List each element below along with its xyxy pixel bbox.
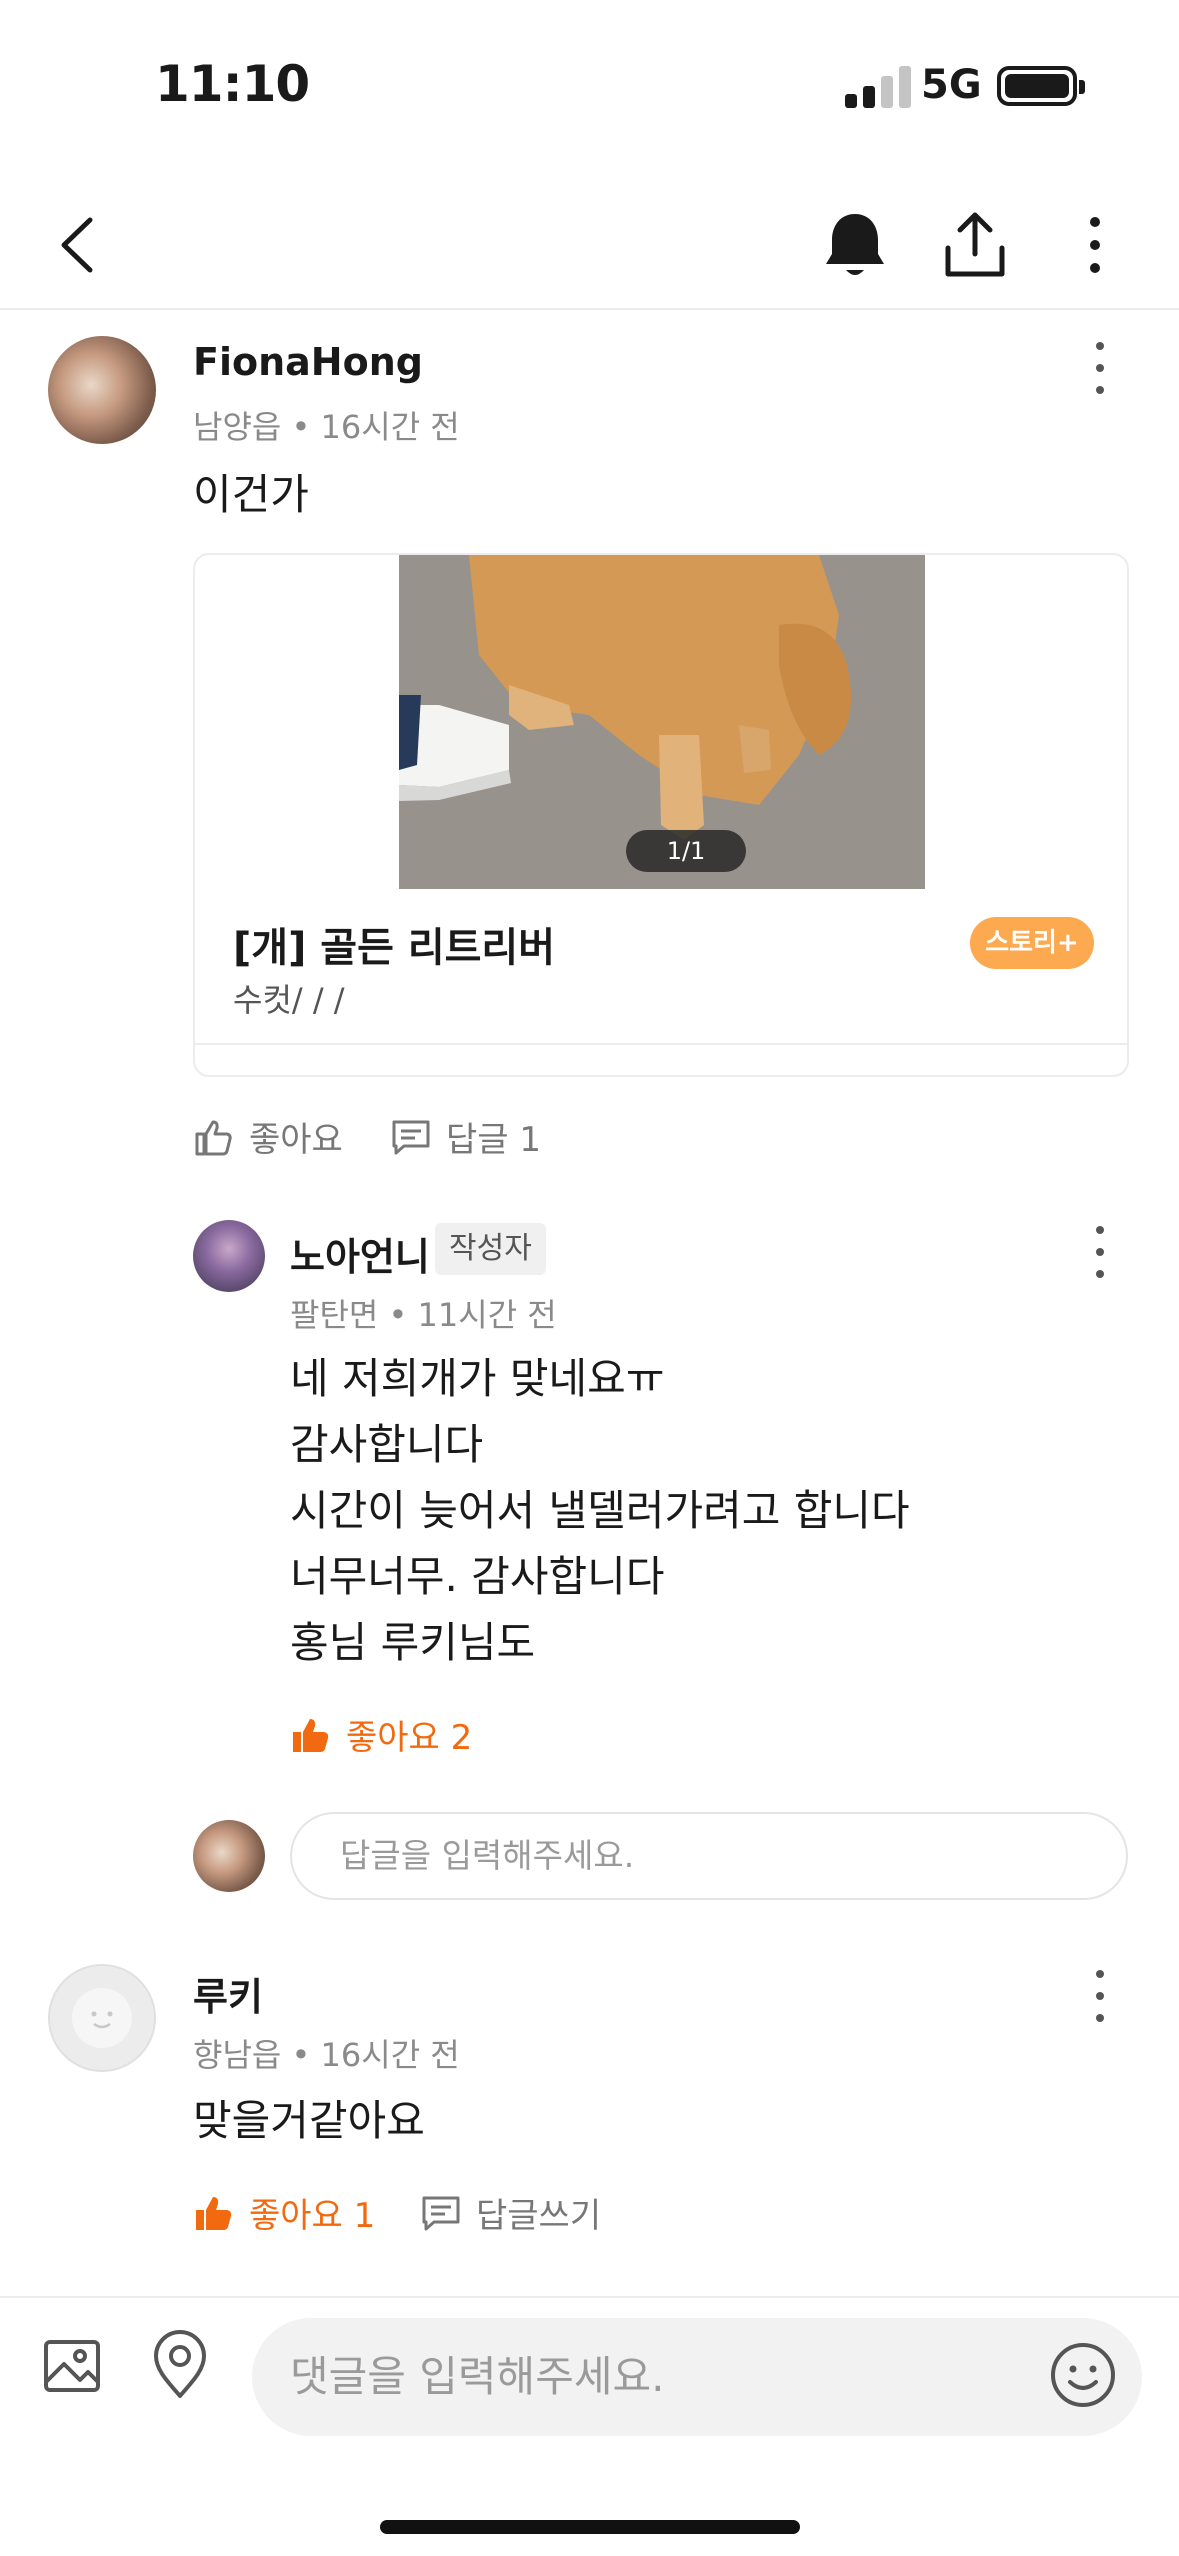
emoji-icon[interactable] [1048, 2340, 1118, 2410]
post-card[interactable]: 1/1 [개] 골든 리트리버 수컷/ / / 스토리+ [193, 553, 1129, 1077]
author-name[interactable]: 루키 [193, 1966, 263, 2021]
comment-text: 이건가 [193, 470, 309, 519]
like-label: 좋아요 1 [249, 2196, 376, 2236]
reply-label: 답글쓰기 [476, 2196, 602, 2236]
card-divider [195, 1043, 1127, 1045]
reply-input[interactable]: 답글을 입력해주세요. [290, 1812, 1128, 1900]
photo-counter: 1/1 [626, 830, 746, 872]
default-avatar-icon [72, 1988, 132, 2048]
nav-bar [0, 170, 1179, 310]
author-name[interactable]: FionaHong [193, 340, 423, 384]
status-bar: 11:10 5G [0, 0, 1179, 170]
thumbs-up-filled-icon [293, 1718, 329, 1752]
like-button[interactable]: 좋아요 1 [193, 2188, 375, 2237]
more-vertical-icon[interactable] [1070, 210, 1120, 280]
image-icon[interactable] [40, 2334, 104, 2398]
more-vertical-icon[interactable] [1085, 338, 1115, 398]
signal-icon [845, 64, 915, 108]
bell-icon[interactable] [820, 208, 890, 282]
location-pin-icon[interactable] [148, 2328, 212, 2400]
story-badge[interactable]: 스토리+ [970, 917, 1094, 969]
comment-meta: 남양읍 • 16시간 전 [193, 408, 460, 446]
more-vertical-icon[interactable] [1085, 1966, 1115, 2026]
comment-text: 맞을거같아요 [193, 2096, 425, 2145]
thumbs-up-icon [195, 1120, 232, 1155]
reply-button[interactable]: 답글 1 [390, 1112, 541, 1161]
comment-meta: 팔탄면 • 11시간 전 [290, 1296, 557, 1334]
comment-line: 네 저희개가 맞네요ㅠ [290, 1354, 665, 1403]
like-label: 좋아요 2 [346, 1718, 473, 1758]
more-vertical-icon[interactable] [1085, 1222, 1115, 1282]
card-subtitle: 수컷/ / / [233, 981, 345, 1019]
my-avatar [193, 1820, 265, 1892]
battery-icon [997, 66, 1085, 106]
comment-icon [392, 1120, 430, 1154]
status-time: 11:10 [155, 55, 310, 113]
comment-text: 네 저희개가 맞네요ㅠ 감사합니다 시간이 늦어서 낼델러가려고 합니다 너무너… [290, 1346, 910, 1676]
card-title: [개] 골든 리트리버 [233, 925, 556, 971]
comment-line: 너무너무. 감사합니다 [290, 1552, 665, 1601]
avatar[interactable] [48, 1964, 156, 2072]
avatar[interactable] [48, 336, 156, 444]
comment-meta: 향남읍 • 16시간 전 [193, 2036, 460, 2074]
thumbs-up-filled-icon [196, 2196, 232, 2230]
comment-input[interactable]: 댓글을 입력해주세요. [252, 2318, 1142, 2436]
comment-icon [422, 2196, 460, 2230]
like-label: 좋아요 [249, 1120, 343, 1160]
comment-line: 시간이 늦어서 낼델러가려고 합니다 [290, 1486, 910, 1535]
comment-line: 감사합니다 [290, 1420, 484, 1469]
author-badge: 작성자 [435, 1223, 546, 1275]
like-button[interactable]: 좋아요 [193, 1112, 343, 1161]
reply-button[interactable]: 답글쓰기 [420, 2188, 601, 2237]
chevron-left-icon[interactable] [50, 210, 110, 280]
comment-line: 홍님 루키님도 [290, 1618, 536, 1667]
comment-compose-bar: 댓글을 입력해주세요. [0, 2296, 1179, 2556]
like-button[interactable]: 좋아요 2 [290, 1710, 472, 1759]
share-icon[interactable] [940, 208, 1010, 282]
author-name[interactable]: 노아언니 [290, 1226, 430, 1281]
avatar[interactable] [193, 1220, 265, 1292]
home-indicator [380, 2520, 800, 2534]
reply-label: 답글 1 [446, 1120, 541, 1160]
network-label: 5G [921, 62, 982, 108]
